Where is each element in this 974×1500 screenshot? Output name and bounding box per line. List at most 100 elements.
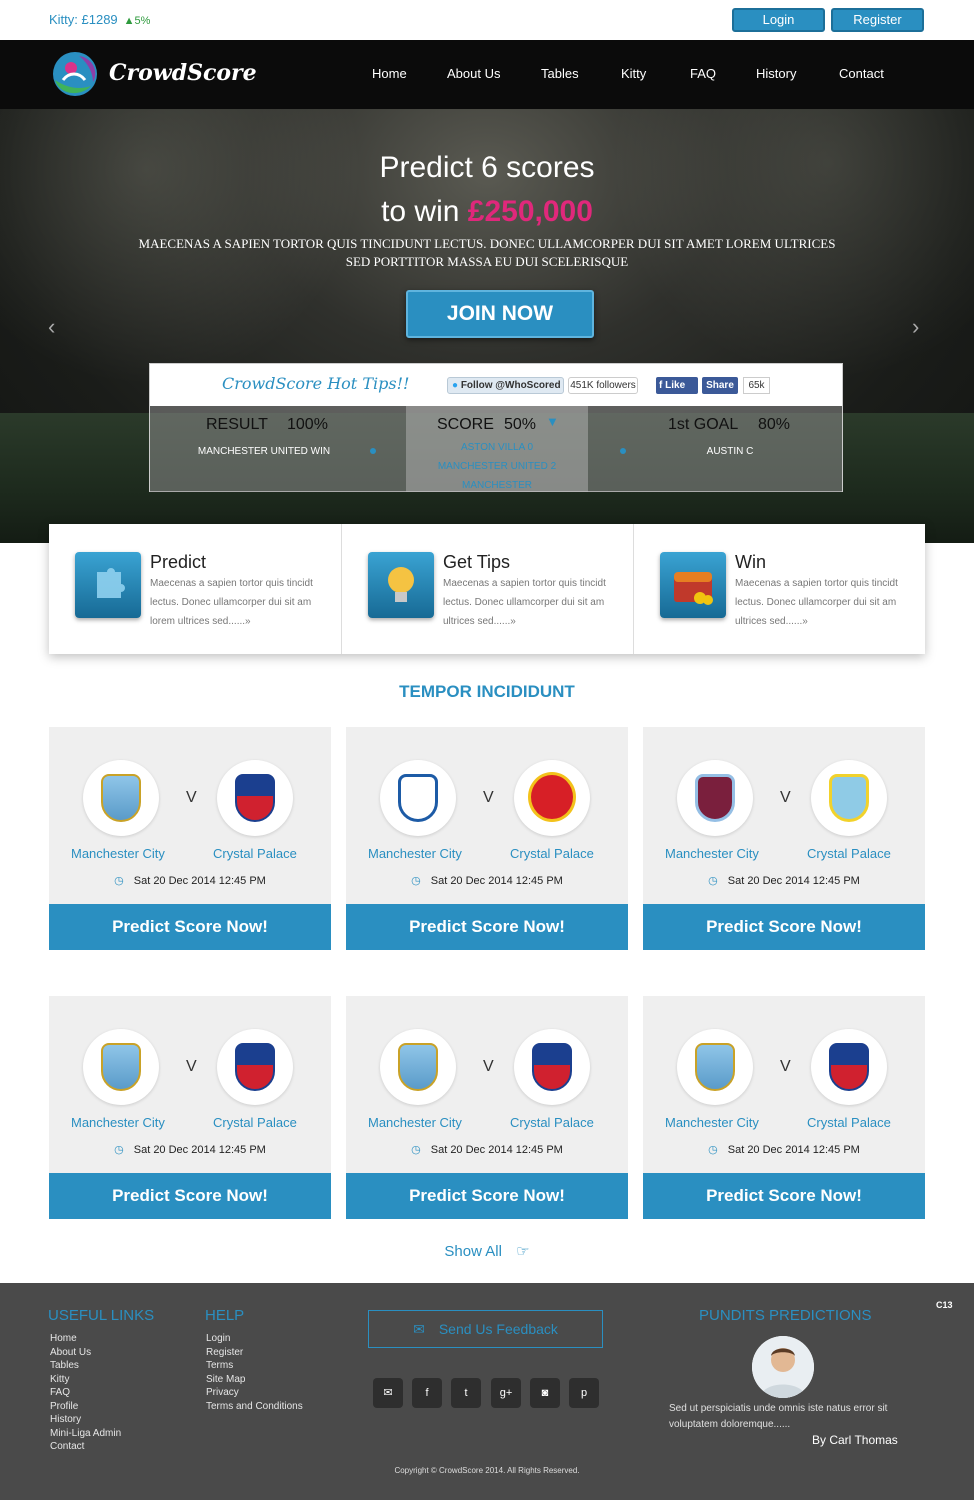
feature-get-tips[interactable]: Get Tips Maecenas a sapien tortor quis t…: [341, 524, 633, 654]
send-feedback-button[interactable]: ✉ Send Us Feedback: [368, 1310, 603, 1348]
pundit-byline: By Carl Thomas: [812, 1433, 898, 1447]
versus-label: V: [483, 1058, 494, 1075]
show-all-label: Show All: [444, 1243, 502, 1260]
predict-score-button[interactable]: Predict Score Now!: [346, 1173, 628, 1219]
feature-text: Maecenas a sapien tortor quis tincidt le…: [443, 578, 606, 627]
clock-icon: ◷: [708, 875, 718, 887]
nav-faq[interactable]: FAQ: [690, 66, 716, 81]
footer-link-terms-and-conditions[interactable]: Terms and Conditions: [206, 1400, 303, 1414]
nav-history[interactable]: History: [756, 66, 796, 81]
footer-link-home[interactable]: Home: [50, 1332, 121, 1346]
versus-label: V: [780, 1058, 791, 1075]
home-team-crest-icon[interactable]: [380, 1029, 456, 1105]
hero-prize-prefix: to win: [381, 195, 468, 228]
footer-link-faq[interactable]: FAQ: [50, 1386, 121, 1400]
facebook-social-icon[interactable]: f: [412, 1378, 442, 1408]
home-team-name[interactable]: Manchester City: [368, 1115, 462, 1130]
home-team-crest-icon[interactable]: [677, 760, 753, 836]
away-team-name[interactable]: Crystal Palace: [213, 1115, 297, 1130]
home-team-crest-icon[interactable]: [83, 1029, 159, 1105]
away-team-crest-icon[interactable]: [514, 760, 590, 836]
away-team-name[interactable]: Crystal Palace: [510, 846, 594, 861]
home-team-crest-icon[interactable]: [83, 760, 159, 836]
footer-link-login[interactable]: Login: [206, 1332, 303, 1346]
away-team-crest-icon[interactable]: [811, 760, 887, 836]
away-team-crest-icon[interactable]: [217, 1029, 293, 1105]
twitter-bird-icon: ●: [452, 380, 459, 391]
feature-predict[interactable]: Predict Maecenas a sapien tortor quis ti…: [49, 524, 341, 654]
instagram-social-icon[interactable]: ◙: [530, 1378, 560, 1408]
site-footer: USEFUL LINKS Home About Us Tables Kitty …: [0, 1283, 974, 1500]
footer-link-history[interactable]: History: [50, 1413, 121, 1427]
predict-score-button[interactable]: Predict Score Now!: [49, 1173, 331, 1219]
home-team-name[interactable]: Manchester City: [71, 846, 165, 861]
login-button[interactable]: Login: [732, 8, 825, 32]
facebook-like-label: Like: [665, 380, 686, 391]
logo-wordmark[interactable]: CrowdScore: [109, 60, 257, 86]
feature-win[interactable]: Win Maecenas a sapien tortor quis tincid…: [633, 524, 925, 654]
footer-link-terms[interactable]: Terms: [206, 1359, 303, 1373]
nav-about-us[interactable]: About Us: [447, 66, 500, 81]
away-team-crest-icon[interactable]: [811, 1029, 887, 1105]
match-card: V Manchester City Crystal Palace ◷ Sat 20…: [346, 996, 628, 1219]
feature-text: Maecenas a sapien tortor quis tincidt le…: [150, 578, 313, 627]
footer-link-kitty[interactable]: Kitty: [50, 1373, 121, 1387]
predict-score-button[interactable]: Predict Score Now!: [643, 1173, 925, 1219]
footer-link-mini-liga-admin[interactable]: Mini-Liga Admin: [50, 1427, 121, 1441]
home-team-name[interactable]: Manchester City: [71, 1115, 165, 1130]
match-datetime: ◷ Sat 20 Dec 2014 12:45 PM: [49, 1143, 331, 1156]
pinterest-social-icon[interactable]: p: [569, 1378, 599, 1408]
feature-text: Maecenas a sapien tortor quis tincidt le…: [735, 578, 898, 627]
footer-link-privacy[interactable]: Privacy: [206, 1386, 303, 1400]
clock-icon: ◷: [114, 875, 124, 887]
show-all-link[interactable]: Show All ☞: [0, 1242, 974, 1260]
away-team-name[interactable]: Crystal Palace: [510, 1115, 594, 1130]
carousel-prev-icon[interactable]: ‹: [48, 314, 55, 340]
predict-score-button[interactable]: Predict Score Now!: [643, 904, 925, 950]
away-team-name[interactable]: Crystal Palace: [807, 1115, 891, 1130]
nav-home[interactable]: Home: [372, 66, 407, 81]
home-team-name[interactable]: Manchester City: [368, 846, 462, 861]
pundit-quote: Sed ut perspiciatis unde omnis iste natu…: [669, 1403, 888, 1430]
footer-link-site-map[interactable]: Site Map: [206, 1373, 303, 1387]
footer-link-register[interactable]: Register: [206, 1346, 303, 1360]
score-dropdown-icon[interactable]: ▼: [546, 414, 559, 429]
away-team-name[interactable]: Crystal Palace: [213, 846, 297, 861]
footer-link-about-us[interactable]: About Us: [50, 1346, 121, 1360]
home-team-name[interactable]: Manchester City: [665, 1115, 759, 1130]
hot-tips-header: CrowdScore Hot Tips!! ● Follow @WhoScore…: [150, 364, 842, 406]
match-card: V Manchester City Crystal Palace ◷ Sat 20…: [49, 996, 331, 1219]
away-team-crest-icon[interactable]: [514, 1029, 590, 1105]
register-button[interactable]: Register: [831, 8, 924, 32]
join-now-button[interactable]: JOIN NOW: [406, 290, 594, 338]
home-team-name[interactable]: Manchester City: [665, 846, 759, 861]
crowdscore-logo-icon[interactable]: [49, 50, 101, 98]
twitter-follow-button[interactable]: ● Follow @WhoScored: [447, 377, 564, 394]
carousel-next-icon[interactable]: ›: [912, 314, 919, 340]
footer-link-contact[interactable]: Contact: [50, 1440, 121, 1454]
home-team-crest-icon[interactable]: [677, 1029, 753, 1105]
twitter-social-icon[interactable]: t: [451, 1378, 481, 1408]
nav-contact[interactable]: Contact: [839, 66, 884, 81]
feature-title: Predict: [150, 552, 207, 572]
hero-subtitle: MAECENAS A SAPIEN TORTOR QUIS TINCIDUNT …: [138, 236, 836, 269]
email-social-icon[interactable]: ✉: [373, 1378, 403, 1408]
footer-link-tables[interactable]: Tables: [50, 1359, 121, 1373]
pundit-avatar[interactable]: [752, 1336, 814, 1398]
google-plus-social-icon[interactable]: g+: [491, 1378, 521, 1408]
nav-kitty[interactable]: Kitty: [621, 66, 646, 81]
result-tip-label: RESULT: [206, 416, 268, 433]
versus-label: V: [186, 789, 197, 806]
facebook-like-button[interactable]: f Like: [656, 377, 698, 394]
predict-score-button[interactable]: Predict Score Now!: [49, 904, 331, 950]
away-team-name[interactable]: Crystal Palace: [807, 846, 891, 861]
footer-link-profile[interactable]: Profile: [50, 1400, 121, 1414]
versus-label: V: [483, 789, 494, 806]
home-team-crest-icon[interactable]: [380, 760, 456, 836]
clock-icon: ◷: [114, 1144, 124, 1156]
predict-score-button[interactable]: Predict Score Now!: [346, 904, 628, 950]
facebook-share-button[interactable]: Share: [702, 377, 738, 394]
away-team-crest-icon[interactable]: [217, 760, 293, 836]
send-feedback-label: Send Us Feedback: [438, 1321, 558, 1337]
nav-tables[interactable]: Tables: [541, 66, 579, 81]
